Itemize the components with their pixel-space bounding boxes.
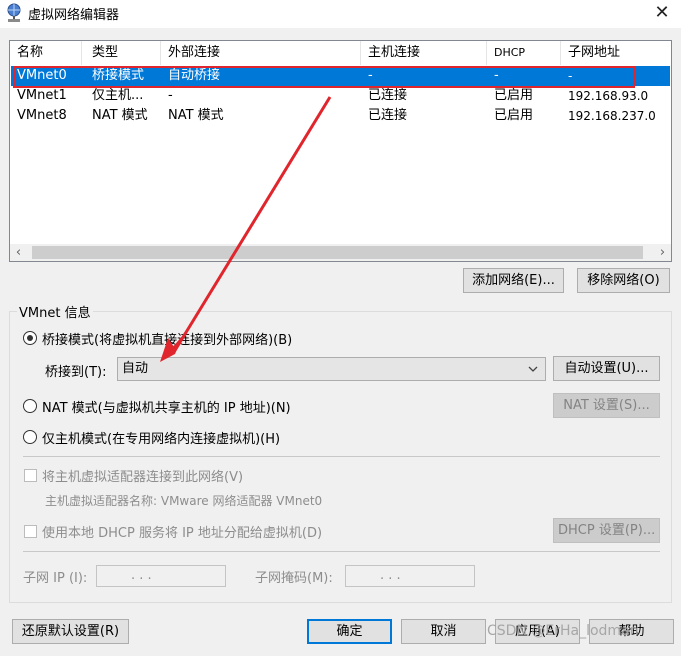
column-header-name[interactable]: 名称 xyxy=(10,41,82,65)
bridge-to-value: 自动 xyxy=(122,361,149,376)
chevron-down-icon xyxy=(528,366,538,372)
cell-host: 已连接 xyxy=(368,88,408,103)
cell-subnet: 192.168.237.0 xyxy=(568,109,656,123)
nat-label[interactable]: NAT 模式(与虚拟机共享主机的 IP 地址)(N) xyxy=(42,397,291,416)
column-header-host[interactable]: 主机连接 xyxy=(361,41,487,65)
bridge-to-label: 桥接到(T): xyxy=(45,365,107,380)
horizontal-scrollbar[interactable]: ‹ › xyxy=(10,244,671,261)
vmnet-info-group xyxy=(9,311,672,603)
network-globe-icon xyxy=(7,3,21,22)
connect-adapter-label[interactable]: 将主机虚拟适配器连接到此网络(V) xyxy=(42,466,243,485)
table-row-vmnet8[interactable]: VMnet8 NAT 模式 NAT 模式 已连接 已启用 192.168.237… xyxy=(11,106,670,126)
dhcp-label[interactable]: 使用本地 DHCP 服务将 IP 地址分配给虚拟机(D) xyxy=(42,522,322,541)
table-row-vmnet1[interactable]: VMnet1 仅主机... - 已连接 已启用 192.168.93.0 xyxy=(11,86,670,106)
connect-adapter-checkbox[interactable] xyxy=(24,469,37,482)
list-header: 名称 类型 外部连接 主机连接 DHCP 子网地址 xyxy=(10,41,671,65)
cell-subnet: 192.168.93.0 xyxy=(568,89,649,103)
scroll-right-icon[interactable]: › xyxy=(654,244,671,261)
cell-external: NAT 模式 xyxy=(168,108,224,123)
hostonly-label[interactable]: 仅主机模式(在专用网络内连接虚拟机)(H) xyxy=(42,428,280,447)
bridged-radio[interactable] xyxy=(23,331,37,345)
column-header-dhcp[interactable]: DHCP xyxy=(487,41,561,65)
subnet-ip-label: 子网 IP (I): xyxy=(23,571,88,586)
separator xyxy=(23,551,660,552)
cell-dhcp: 已启用 xyxy=(494,88,534,103)
cancel-button[interactable]: 取消 xyxy=(401,619,486,644)
column-header-type[interactable]: 类型 xyxy=(85,41,161,65)
subnet-mask-label: 子网掩码(M): xyxy=(255,571,333,586)
cell-name: VMnet1 xyxy=(17,88,67,103)
cell-type: 仅主机... xyxy=(92,88,144,103)
cell-name: VMnet8 xyxy=(17,108,67,123)
cell-external: - xyxy=(168,88,173,103)
cell-external: 自动桥接 xyxy=(168,68,221,83)
dhcp-settings-button[interactable]: DHCP 设置(P)... xyxy=(553,518,660,543)
remove-network-button[interactable]: 移除网络(O) xyxy=(577,268,670,293)
subnet-ip-input[interactable]: . . . xyxy=(96,565,226,587)
add-network-button[interactable]: 添加网络(E)... xyxy=(463,268,564,293)
cell-type: NAT 模式 xyxy=(92,108,148,123)
cell-subnet: - xyxy=(568,69,573,83)
nat-settings-button[interactable]: NAT 设置(S)... xyxy=(553,393,660,418)
column-header-external[interactable]: 外部连接 xyxy=(161,41,361,65)
bridged-label[interactable]: 桥接模式(将虚拟机直接连接到外部网络)(B) xyxy=(42,329,292,348)
network-list[interactable]: 名称 类型 外部连接 主机连接 DHCP 子网地址 VMnet0 桥接模式 自动… xyxy=(9,40,672,262)
bridge-to-select[interactable]: 自动 xyxy=(117,357,546,381)
title-bar: 虚拟网络编辑器 ✕ xyxy=(0,0,681,28)
mask-dots: . . . xyxy=(380,568,401,583)
cell-host: 已连接 xyxy=(368,108,408,123)
cell-type: 桥接模式 xyxy=(92,68,145,83)
window-title: 虚拟网络编辑器 xyxy=(28,8,120,23)
ok-button[interactable]: 确定 xyxy=(307,619,392,644)
vmnet-info-label: VMnet 信息 xyxy=(17,302,93,321)
scrollbar-thumb[interactable] xyxy=(32,246,643,259)
ip-dots: . . . xyxy=(131,568,152,583)
dhcp-checkbox[interactable] xyxy=(24,525,37,538)
apply-button[interactable]: 应用(A) xyxy=(495,619,580,644)
help-button[interactable]: 帮助 xyxy=(589,619,674,644)
restore-defaults-button[interactable]: 还原默认设置(R) xyxy=(12,619,129,644)
hostonly-radio[interactable] xyxy=(23,430,37,444)
auto-settings-button[interactable]: 自动设置(U)... xyxy=(553,356,660,381)
nat-radio[interactable] xyxy=(23,399,37,413)
adapter-name-label: 主机虚拟适配器名称: VMware 网络适配器 VMnet0 xyxy=(45,494,323,508)
scroll-left-icon[interactable]: ‹ xyxy=(10,244,27,261)
table-row-vmnet0[interactable]: VMnet0 桥接模式 自动桥接 - - - xyxy=(11,66,670,86)
separator xyxy=(23,456,660,457)
subnet-mask-input[interactable]: . . . xyxy=(345,565,475,587)
cell-host: - xyxy=(368,68,373,83)
cell-name: VMnet0 xyxy=(17,68,67,83)
cell-dhcp: 已启用 xyxy=(494,108,534,123)
column-header-subnet[interactable]: 子网地址 xyxy=(561,41,671,65)
cell-dhcp: - xyxy=(494,68,499,83)
close-icon[interactable]: ✕ xyxy=(651,2,673,24)
